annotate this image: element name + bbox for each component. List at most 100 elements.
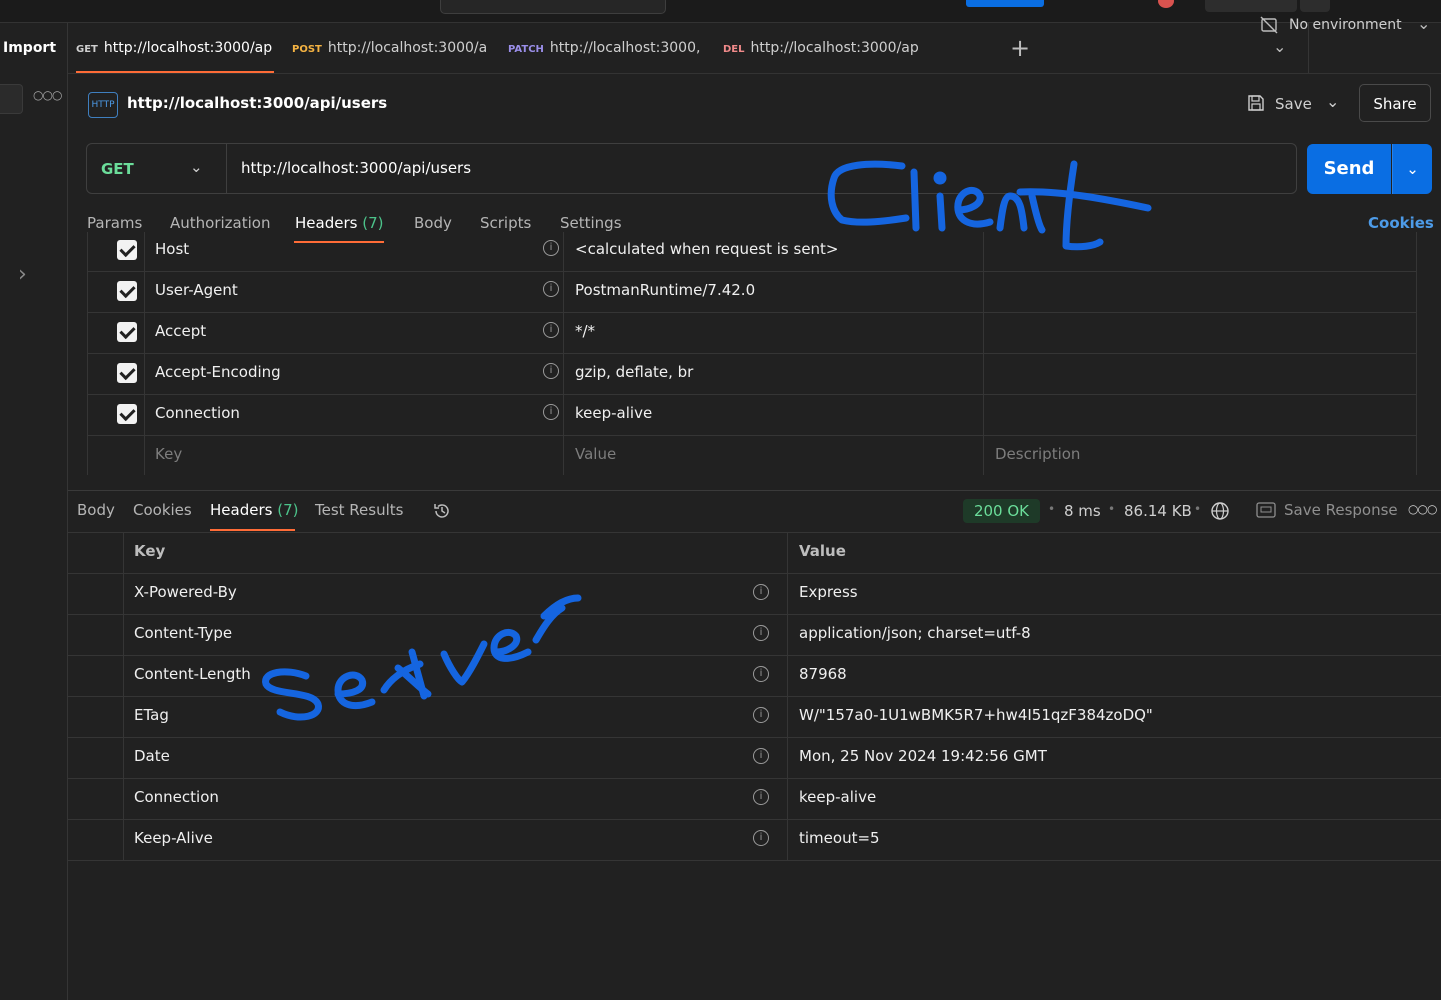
info-icon[interactable]: i bbox=[753, 789, 769, 805]
pane-splitter[interactable] bbox=[68, 490, 1441, 491]
header-key[interactable]: Accept bbox=[155, 322, 206, 340]
sidebar-search-input[interactable] bbox=[0, 84, 23, 114]
request-tab[interactable]: DEL http://localhost:3000/ap bbox=[723, 23, 921, 73]
tab-scripts[interactable]: Scripts bbox=[480, 214, 531, 232]
chevron-down-icon[interactable]: ⌄ bbox=[1417, 14, 1430, 33]
url-input[interactable]: http://localhost:3000/api/users bbox=[241, 159, 471, 177]
header-key[interactable]: Host bbox=[155, 240, 189, 258]
header-key: Keep-Alive bbox=[134, 829, 213, 847]
header-value: W/"157a0-1U1wBMK5R7+hw4I51qzF384zoDQ" bbox=[799, 706, 1153, 724]
enabled-checkbox[interactable] bbox=[117, 363, 137, 383]
header-value[interactable]: PostmanRuntime/7.42.0 bbox=[575, 281, 755, 299]
request-tab[interactable]: GET http://localhost:3000/ap bbox=[76, 23, 274, 73]
save-response-button[interactable]: Save Response bbox=[1284, 501, 1398, 519]
header-value[interactable]: */* bbox=[575, 322, 595, 340]
send-button[interactable]: Send bbox=[1307, 144, 1391, 194]
header-value[interactable]: keep-alive bbox=[575, 404, 652, 422]
header-key[interactable]: Accept-Encoding bbox=[155, 363, 281, 381]
tab-body[interactable]: Body bbox=[414, 214, 452, 232]
info-icon[interactable]: i bbox=[753, 830, 769, 846]
save-icon[interactable] bbox=[1247, 94, 1265, 112]
tab-params[interactable]: Params bbox=[87, 214, 142, 232]
response-size[interactable]: 86.14 KB bbox=[1124, 502, 1192, 520]
info-icon[interactable]: i bbox=[753, 707, 769, 723]
import-button[interactable]: Import bbox=[0, 30, 63, 66]
tab-url: http://localhost:3000/ap bbox=[103, 40, 273, 56]
enabled-checkbox[interactable] bbox=[117, 322, 137, 342]
environment-selector[interactable]: No environment bbox=[1289, 17, 1402, 33]
enabled-checkbox[interactable] bbox=[117, 281, 137, 301]
save-response-icon[interactable] bbox=[1256, 502, 1276, 518]
header-value[interactable]: gzip, deflate, br bbox=[575, 363, 693, 381]
info-icon[interactable]: i bbox=[753, 748, 769, 764]
info-icon[interactable]: i bbox=[543, 240, 559, 256]
request-tab-strip: GET http://localhost:3000/ap POST http://l… bbox=[68, 23, 1441, 74]
table-row: Keep-Alive i timeout=5 bbox=[68, 819, 1441, 861]
info-icon[interactable]: i bbox=[543, 363, 559, 379]
share-button[interactable]: Share bbox=[1359, 84, 1431, 122]
upgrade-button[interactable] bbox=[966, 0, 1044, 7]
expand-chevron-icon[interactable]: › bbox=[18, 262, 27, 287]
left-sidebar bbox=[0, 23, 68, 1000]
chevron-down-icon[interactable]: ⌄ bbox=[190, 158, 203, 176]
enabled-checkbox[interactable] bbox=[117, 240, 137, 260]
header-key[interactable]: Connection bbox=[155, 404, 240, 422]
header-value: 87968 bbox=[799, 665, 847, 683]
save-button[interactable]: Save bbox=[1275, 95, 1312, 113]
new-value-input[interactable]: Value bbox=[575, 445, 616, 463]
table-row: Accept i */* bbox=[87, 312, 1417, 354]
request-title[interactable]: http://localhost:3000/api/users bbox=[127, 94, 387, 112]
new-tab-plus-icon[interactable]: + bbox=[1010, 35, 1030, 61]
globe-icon[interactable] bbox=[1210, 501, 1230, 521]
new-key-input[interactable]: Key bbox=[155, 445, 182, 463]
table-row: Connection i keep-alive bbox=[68, 778, 1441, 820]
table-row: Connection i keep-alive bbox=[87, 394, 1417, 436]
new-description-input[interactable]: Description bbox=[995, 445, 1080, 463]
enabled-checkbox[interactable] bbox=[117, 404, 137, 424]
table-row: X-Powered-By i Express bbox=[68, 573, 1441, 615]
tab-headers[interactable]: Headers (7) bbox=[295, 214, 383, 232]
tab-authorization[interactable]: Authorization bbox=[170, 214, 270, 232]
response-time[interactable]: 8 ms bbox=[1064, 502, 1101, 520]
header-value[interactable]: <calculated when request is sent> bbox=[575, 240, 839, 258]
info-icon[interactable]: i bbox=[543, 322, 559, 338]
save-options-chevron-icon[interactable]: ⌄ bbox=[1326, 92, 1339, 111]
info-icon[interactable]: i bbox=[753, 584, 769, 600]
history-icon[interactable] bbox=[432, 501, 452, 521]
tab-method: PATCH bbox=[508, 44, 544, 55]
header-key: Content-Length bbox=[134, 665, 251, 683]
response-tab-cookies[interactable]: Cookies bbox=[133, 501, 192, 519]
response-tab-body[interactable]: Body bbox=[77, 501, 115, 519]
header-value: Express bbox=[799, 583, 858, 601]
avatar[interactable] bbox=[1158, 0, 1174, 8]
column-header-key: Key bbox=[134, 542, 166, 560]
tab-method: GET bbox=[76, 44, 98, 55]
header-value: timeout=5 bbox=[799, 829, 880, 847]
header-value: application/json; charset=utf-8 bbox=[799, 624, 1031, 642]
info-icon[interactable]: i bbox=[543, 281, 559, 297]
header-key: Connection bbox=[134, 788, 219, 806]
response-tab-test-results[interactable]: Test Results bbox=[315, 501, 403, 519]
header-key: X-Powered-By bbox=[134, 583, 237, 601]
info-icon[interactable]: i bbox=[753, 625, 769, 641]
method-value[interactable]: GET bbox=[101, 160, 134, 178]
info-icon[interactable]: i bbox=[543, 404, 559, 420]
tabs-menu-chevron-icon[interactable]: ⌄ bbox=[1273, 37, 1286, 56]
request-tab[interactable]: PATCH http://localhost:3000, bbox=[508, 23, 706, 73]
no-environment-icon bbox=[1260, 16, 1278, 34]
cookies-link[interactable]: Cookies bbox=[1368, 214, 1434, 232]
global-search[interactable] bbox=[440, 0, 666, 14]
more-options-icon[interactable]: ○○○ bbox=[33, 88, 62, 102]
info-icon[interactable]: i bbox=[753, 666, 769, 682]
send-options-chevron-icon[interactable]: ⌄ bbox=[1392, 144, 1432, 194]
settings-button[interactable] bbox=[1205, 0, 1297, 12]
response-tab-headers[interactable]: Headers (7) bbox=[210, 501, 298, 519]
status-badge[interactable]: 200 OK bbox=[963, 499, 1040, 523]
headers-count: (7) bbox=[362, 214, 384, 232]
request-tab[interactable]: POST http://localhost:3000/a bbox=[292, 23, 490, 73]
notifications-button[interactable] bbox=[1300, 0, 1330, 12]
more-options-icon[interactable]: ○○○ bbox=[1408, 502, 1437, 516]
tab-settings[interactable]: Settings bbox=[560, 214, 622, 232]
header-key[interactable]: User-Agent bbox=[155, 281, 238, 299]
column-header-value: Value bbox=[799, 542, 846, 560]
